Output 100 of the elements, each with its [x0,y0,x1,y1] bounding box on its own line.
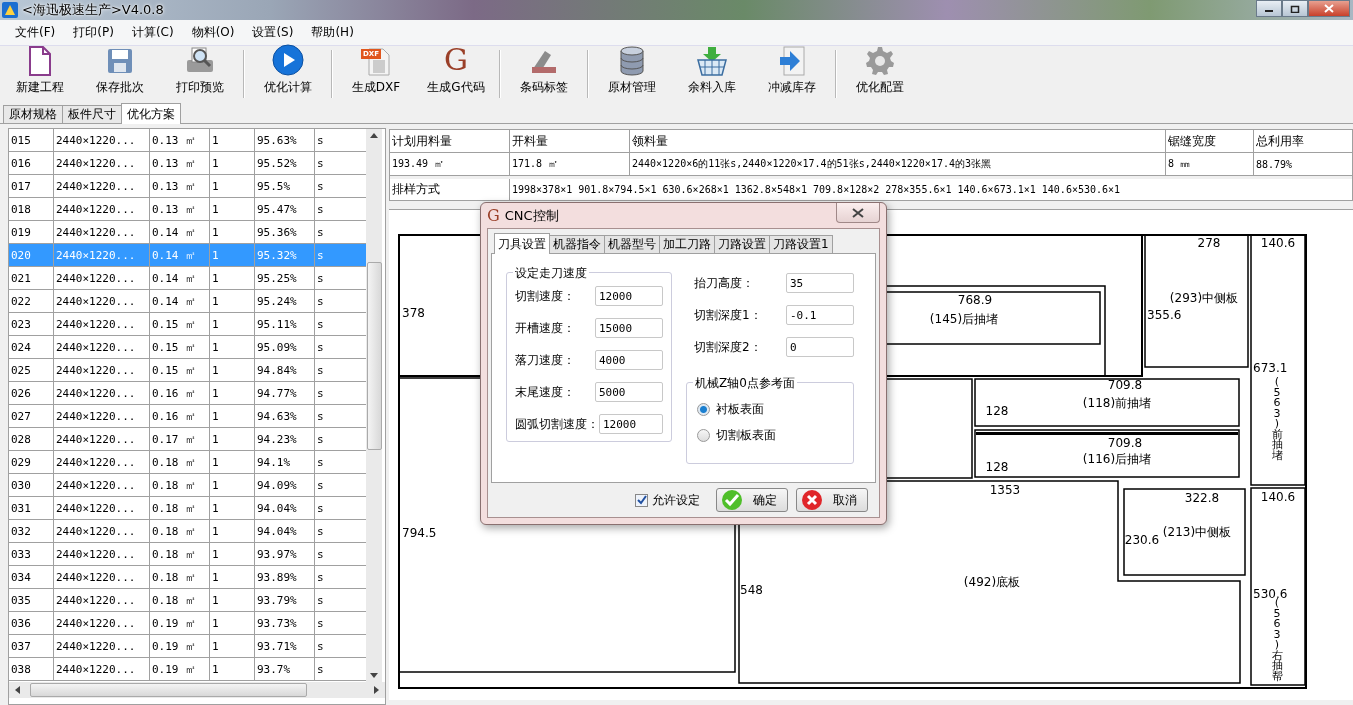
table-cell: 95.11% [255,313,315,335]
menu-item[interactable]: 计算(C) [122,24,183,41]
table-row[interactable]: 037 2440×1220... 0.19 ㎡ 1 93.71% s [9,635,366,658]
table-row[interactable]: 034 2440×1220... 0.18 ㎡ 1 93.89% s [9,566,366,589]
input-field[interactable]: 15000 [595,318,663,338]
input-field[interactable]: 35 [786,273,854,293]
tab[interactable]: 刀具设置 [494,233,550,254]
input-field[interactable]: -0.1 [786,305,854,325]
table-row[interactable]: 036 2440×1220... 0.19 ㎡ 1 93.73% s [9,612,366,635]
input-field[interactable]: 4000 [595,350,663,370]
table-cell: 0.18 ㎡ [150,589,210,611]
table-row[interactable]: 032 2440×1220... 0.18 ㎡ 1 94.04% s [9,520,366,543]
part-label: (563)前抽堵 [1271,375,1283,462]
table-cell-text: s [316,477,325,494]
tab[interactable]: 优化方案 [121,103,181,124]
scroll-down-icon[interactable] [370,673,378,678]
maximize-button[interactable] [1282,0,1308,17]
table-cell: 1 [210,175,255,197]
close-button[interactable] [836,203,880,223]
table-row[interactable]: 028 2440×1220... 0.17 ㎡ 1 94.23% s [9,428,366,451]
table-row[interactable]: 024 2440×1220... 0.15 ㎡ 1 95.09% s [9,336,366,359]
table-row[interactable]: 026 2440×1220... 0.16 ㎡ 1 94.77% s [9,382,366,405]
table-cell: 93.73% [255,612,315,634]
menu-item[interactable]: 打印(P) [64,24,123,41]
input-field[interactable]: 5000 [595,382,663,402]
table-cell-text: s [316,201,325,218]
tab[interactable]: 机器型号 [604,235,660,253]
table-row[interactable]: 021 2440×1220... 0.14 ㎡ 1 95.25% s [9,267,366,290]
scroll-left-icon[interactable] [15,686,20,694]
table-cell-text: s [316,132,325,149]
radio-option[interactable]: 衬板表面 [697,399,843,419]
table-row[interactable]: 027 2440×1220... 0.16 ㎡ 1 94.63% s [9,405,366,428]
menu-item[interactable]: 物料(O) [182,24,244,41]
tab[interactable]: 机器指令 [549,235,605,253]
column-header: 开料量 [510,130,630,152]
table-cell-text: s [316,362,325,379]
table-row[interactable]: 029 2440×1220... 0.18 ㎡ 1 94.1% s [9,451,366,474]
scroll-right-icon[interactable] [374,686,379,694]
toolbar-button[interactable]: 新建工程 [0,46,80,102]
toolbar-button[interactable]: 优化配置 [840,46,920,102]
vertical-scrollbar[interactable] [366,129,382,682]
table-row[interactable]: 018 2440×1220... 0.13 ㎡ 1 95.47% s [9,198,366,221]
table-row[interactable]: 030 2440×1220... 0.18 ㎡ 1 94.09% s [9,474,366,497]
tab[interactable]: 原材规格 [3,105,63,123]
table-cell: 034 [9,566,54,588]
menu-item[interactable]: 文件(F) [6,24,65,41]
table-cell: 1 [210,221,255,243]
table-cell: 95.63% [255,129,315,151]
table-row[interactable]: 025 2440×1220... 0.15 ㎡ 1 94.84% s [9,359,366,382]
scroll-up-icon[interactable] [370,133,378,138]
input-field[interactable]: 12000 [595,286,663,306]
table-row[interactable]: 017 2440×1220... 0.13 ㎡ 1 95.5% s [9,175,366,198]
tab[interactable]: 刀路设置1 [769,235,833,253]
toolbar-button[interactable]: 原材管理 [592,46,672,102]
column-header: 领料量 [630,130,1166,152]
menu-item[interactable]: 设置(S) [243,24,303,41]
table-row[interactable]: 033 2440×1220... 0.18 ㎡ 1 93.97% s [9,543,366,566]
table-cell: 2440×1220... [54,635,150,657]
dimension-label: 355.6 [1147,308,1182,322]
table-row[interactable]: 016 2440×1220... 0.13 ㎡ 1 95.52% s [9,152,366,175]
input-field[interactable]: 12000 [599,414,663,434]
table-row[interactable]: 035 2440×1220... 0.18 ㎡ 1 93.79% s [9,589,366,612]
ok-button[interactable]: 确定 [716,488,788,512]
table-cell: 2440×1220... [54,198,150,220]
horizontal-scrollbar[interactable] [9,682,385,698]
table-row[interactable]: 023 2440×1220... 0.15 ㎡ 1 95.11% s [9,313,366,336]
field-label: 圆弧切割速度： [515,415,599,433]
table-cell: 0.18 ㎡ [150,451,210,473]
toolbar-button[interactable]: G 生成G代码 [416,46,496,102]
table-cell: 0.19 ㎡ [150,635,210,657]
table-row[interactable]: 031 2440×1220... 0.18 ㎡ 1 94.04% s [9,497,366,520]
table-cell: 0.13 ㎡ [150,152,210,174]
toolbar-button[interactable]: 保存批次 [80,46,160,102]
table-cell: 2440×1220... [54,474,150,496]
logo-letter: G [487,206,500,225]
toolbar-button[interactable]: 打印预览 [160,46,240,102]
tab[interactable]: 加工刀路 [659,235,715,253]
toolbar-button[interactable]: 冲减库存 [752,46,832,102]
radio-option[interactable]: 切割板表面 [697,425,843,445]
checkbox-option[interactable]: 允许设定 [635,491,700,509]
close-button[interactable] [1308,0,1350,17]
cancel-button[interactable]: 取消 [796,488,868,512]
tab[interactable]: 刀路设置 [714,235,770,253]
table-cell-text: s [316,569,325,586]
table-row[interactable]: 015 2440×1220... 0.13 ㎡ 1 95.63% s [9,129,366,152]
dimension-label: 794.5 [402,526,437,540]
table-row[interactable]: 022 2440×1220... 0.14 ㎡ 1 95.24% s [9,290,366,313]
checkbox[interactable] [635,493,648,507]
tab[interactable]: 板件尺寸 [62,105,122,123]
input-field[interactable]: 0 [786,337,854,357]
minimize-button[interactable] [1256,0,1282,17]
toolbar-button[interactable]: 余料入库 [672,46,752,102]
toolbar-button[interactable]: 条码标签 [504,46,584,102]
radio-button[interactable] [697,428,710,442]
menu-item[interactable]: 帮助(H) [302,24,363,41]
dimension-label: 128 [985,460,1009,474]
table-cell: 036 [9,612,54,634]
toolbar-button[interactable]: 优化计算 [248,46,328,102]
radio-button[interactable] [697,402,710,416]
table-row[interactable]: 038 2440×1220... 0.19 ㎡ 1 93.7% s [9,658,366,681]
